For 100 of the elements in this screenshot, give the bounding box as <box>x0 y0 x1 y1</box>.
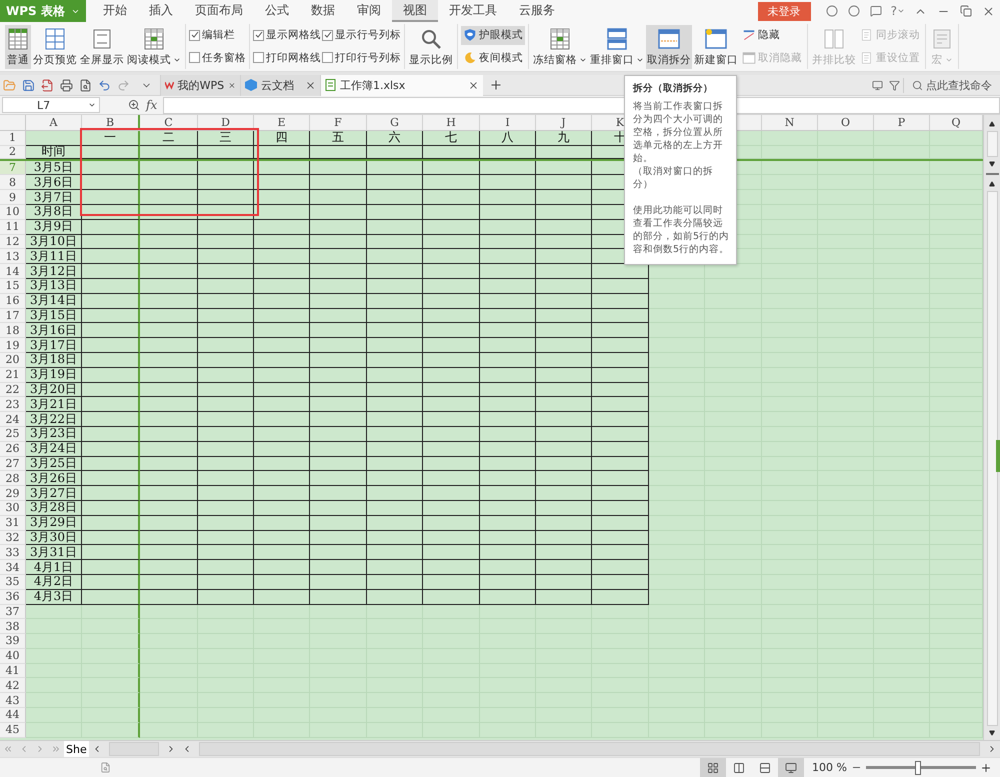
table-cell[interactable] <box>423 500 480 516</box>
ribbon-button[interactable]: 新建窗口 <box>693 24 739 68</box>
table-cell[interactable] <box>592 397 649 412</box>
table-cell[interactable] <box>254 545 310 560</box>
sheet-tab[interactable]: She <box>64 740 89 758</box>
table-cell[interactable]: 3月15日 <box>26 308 82 324</box>
row-number[interactable]: 27 <box>0 456 26 472</box>
table-cell[interactable] <box>254 175 310 190</box>
sheet-cell[interactable] <box>26 648 82 664</box>
table-cell[interactable] <box>140 382 198 398</box>
table-cell[interactable] <box>198 278 254 294</box>
sheet-cell[interactable] <box>649 545 705 560</box>
horizontal-scrollbar[interactable] <box>198 742 980 756</box>
table-cell[interactable] <box>198 500 254 516</box>
table-cell[interactable] <box>592 545 649 560</box>
sheet-cell[interactable] <box>140 619 198 634</box>
table-cell[interactable]: 3月21日 <box>26 397 82 412</box>
login-button[interactable]: 未登录 <box>758 2 811 20</box>
table-cell[interactable] <box>310 442 367 457</box>
table-cell[interactable]: 四 <box>254 131 310 146</box>
table-cell[interactable]: 二 <box>140 131 198 146</box>
table-cell[interactable] <box>423 382 480 398</box>
table-cell[interactable] <box>536 220 592 235</box>
table-cell[interactable] <box>480 560 536 575</box>
table-cell[interactable] <box>592 323 649 338</box>
sheet-cell[interactable] <box>818 146 874 159</box>
table-cell[interactable] <box>480 412 536 427</box>
table-cell[interactable] <box>423 190 480 205</box>
sheet-cell[interactable] <box>423 604 480 620</box>
sheet-cell[interactable] <box>82 708 140 723</box>
column-header[interactable]: B <box>82 115 140 130</box>
table-cell[interactable] <box>254 442 310 457</box>
sheet-cell[interactable] <box>140 693 198 708</box>
sheet-cell[interactable] <box>26 604 82 620</box>
row-number[interactable]: 2 <box>0 146 26 159</box>
scroll-thumb[interactable] <box>986 191 998 726</box>
table-cell[interactable] <box>254 264 310 279</box>
table-cell[interactable] <box>310 397 367 412</box>
export-icon[interactable] <box>41 78 54 92</box>
table-cell[interactable] <box>592 294 649 309</box>
sheet-cell[interactable] <box>649 590 705 604</box>
table-cell[interactable] <box>310 175 367 190</box>
filter-icon[interactable] <box>889 80 900 90</box>
sheet-cell[interactable] <box>874 146 930 159</box>
table-cell[interactable] <box>82 545 140 560</box>
table-cell[interactable] <box>82 278 140 294</box>
table-cell[interactable]: 三 <box>198 131 254 146</box>
sheet-cell[interactable] <box>82 678 140 694</box>
tab-close-icon[interactable] <box>305 80 316 90</box>
table-cell[interactable] <box>367 146 423 159</box>
table-cell[interactable] <box>367 486 423 501</box>
table-cell[interactable] <box>310 516 367 531</box>
document-tab[interactable]: 我的WPS <box>160 74 240 96</box>
table-cell[interactable] <box>198 574 254 590</box>
row-number[interactable]: 42 <box>0 678 26 694</box>
table-cell[interactable] <box>254 338 310 353</box>
table-cell[interactable] <box>254 249 310 264</box>
sheet-cell[interactable] <box>649 500 705 516</box>
menu-tab[interactable]: 开发工具 <box>438 0 508 22</box>
table-cell[interactable]: 3月11日 <box>26 249 82 264</box>
table-cell[interactable] <box>82 486 140 501</box>
table-cell[interactable] <box>310 249 367 264</box>
table-cell[interactable] <box>536 412 592 427</box>
table-cell[interactable] <box>423 545 480 560</box>
table-cell[interactable] <box>536 308 592 324</box>
table-cell[interactable] <box>480 323 536 338</box>
split-handle[interactable] <box>986 173 998 175</box>
menu-tab[interactable]: 视图 <box>392 0 438 22</box>
table-cell[interactable] <box>310 382 367 398</box>
table-cell[interactable] <box>254 397 310 412</box>
table-cell[interactable] <box>592 590 649 604</box>
table-cell[interactable]: 七 <box>423 131 480 146</box>
table-cell[interactable] <box>254 190 310 205</box>
table-cell[interactable] <box>140 234 198 250</box>
table-cell[interactable] <box>536 545 592 560</box>
table-cell[interactable] <box>480 175 536 190</box>
row-number[interactable]: 11 <box>0 220 26 235</box>
table-cell[interactable]: 九 <box>536 131 592 146</box>
table-cell[interactable] <box>536 516 592 531</box>
table-cell[interactable] <box>536 426 592 442</box>
table-cell[interactable] <box>198 190 254 205</box>
table-cell[interactable] <box>423 426 480 442</box>
table-cell[interactable] <box>140 590 198 604</box>
table-cell[interactable] <box>536 204 592 220</box>
table-cell[interactable] <box>82 442 140 457</box>
table-cell[interactable] <box>198 426 254 442</box>
table-cell[interactable] <box>536 382 592 398</box>
row-number[interactable]: 37 <box>0 604 26 620</box>
table-cell[interactable] <box>254 146 310 159</box>
row-number[interactable]: 38 <box>0 619 26 634</box>
sheet-cell[interactable] <box>874 131 930 146</box>
table-cell[interactable]: 3月24日 <box>26 442 82 457</box>
table-cell[interactable] <box>82 323 140 338</box>
sidebar-handle[interactable] <box>996 440 1000 472</box>
table-cell[interactable] <box>82 368 140 383</box>
table-cell[interactable] <box>140 352 198 368</box>
sheet-cell[interactable] <box>140 648 198 664</box>
table-cell[interactable] <box>367 368 423 383</box>
table-cell[interactable] <box>82 190 140 205</box>
table-cell[interactable] <box>423 323 480 338</box>
